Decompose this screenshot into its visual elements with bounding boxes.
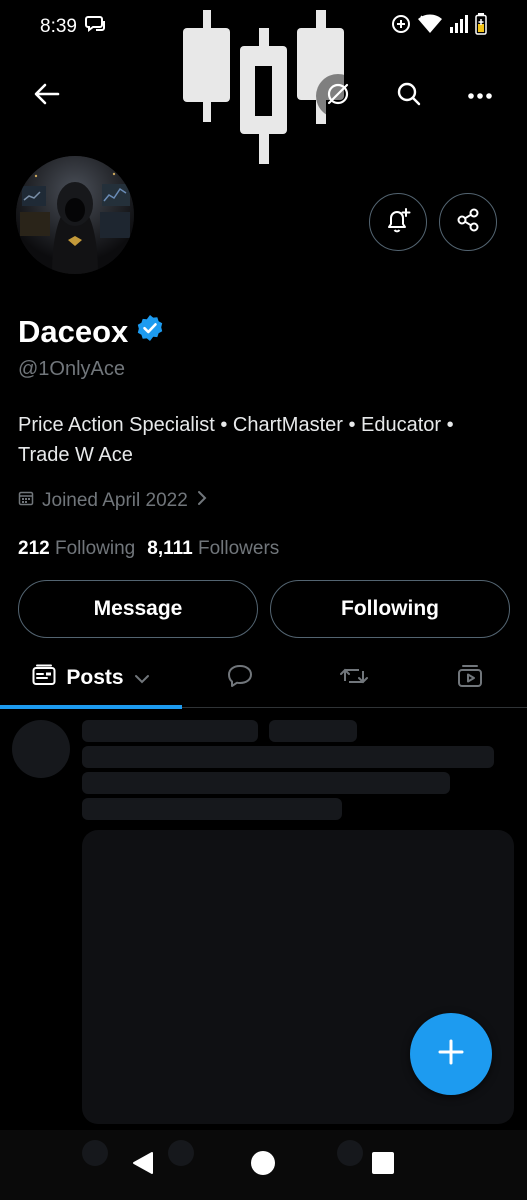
joined-date: Joined April 2022 [42, 490, 188, 511]
more-options-button[interactable] [458, 74, 502, 118]
skeleton-line [82, 720, 258, 742]
chat-notification-icon [84, 15, 107, 39]
nav-back-button[interactable] [128, 1150, 158, 1180]
repost-icon [340, 664, 368, 693]
following-stat-label: Following [54, 538, 136, 559]
calendar-icon [18, 490, 34, 512]
tab-media[interactable] [442, 648, 498, 708]
circle-home-icon [250, 1150, 276, 1181]
tab-replies[interactable] [212, 648, 268, 708]
nav-home-button[interactable] [248, 1150, 278, 1180]
profile-handle: @1OnlyAce [18, 358, 126, 380]
plus-icon [436, 1037, 466, 1072]
chevron-right-icon [196, 490, 208, 512]
tab-posts[interactable]: Posts [0, 648, 182, 708]
skeleton-line [82, 746, 494, 768]
chevron-down-icon [134, 666, 150, 690]
following-stat[interactable]: 212 Following [18, 538, 135, 560]
following-button[interactable]: Following [270, 580, 510, 638]
bell-plus-icon [384, 206, 412, 239]
profile-tabs: Posts [0, 648, 527, 709]
follow-stats: 212 Following 8,111 Followers [18, 538, 279, 560]
followers-stat[interactable]: 8,111 Followers [147, 538, 279, 560]
profile-name-row: Daceox [18, 314, 164, 350]
posts-icon [32, 664, 56, 692]
skeleton-circle [168, 1140, 194, 1166]
battery-icon [475, 13, 487, 41]
wifi-icon [417, 14, 443, 40]
reply-bubble-icon [227, 664, 253, 693]
system-nav-bar [0, 1130, 527, 1200]
media-icon [457, 664, 483, 693]
followers-count: 8,111 [147, 538, 193, 559]
joined-date-row[interactable]: Joined April 2022 [18, 490, 208, 512]
message-button[interactable]: Message [18, 580, 258, 638]
bio-line: Trade W Ace [18, 444, 133, 466]
profile-bio: Price Action Specialist • ChartMaster • … [18, 410, 508, 470]
tab-reposts[interactable] [326, 648, 382, 708]
triangle-back-icon [130, 1150, 156, 1181]
profile-avatar[interactable] [12, 152, 138, 278]
status-bar: 8:39 [0, 0, 527, 54]
skeleton-line [82, 798, 342, 820]
active-tab-indicator [0, 705, 182, 709]
tab-posts-label: Posts [66, 666, 124, 689]
verified-badge-icon[interactable] [136, 314, 164, 350]
grok-icon [325, 81, 351, 112]
nav-recents-button[interactable] [368, 1150, 398, 1180]
skeleton-avatar [12, 720, 70, 778]
data-saver-icon [391, 14, 411, 40]
grok-button[interactable] [316, 74, 360, 118]
square-recents-icon [371, 1151, 395, 1180]
avatar-image [16, 156, 134, 274]
profile-name: Daceox [18, 314, 129, 349]
skeleton-circle [337, 1140, 363, 1166]
followers-stat-label: Followers [197, 538, 280, 559]
status-time: 8:39 [40, 16, 77, 37]
bio-line: Price Action Specialist • ChartMaster • … [18, 414, 454, 436]
skeleton-line [82, 772, 450, 794]
skeleton-line [269, 720, 357, 742]
share-profile-button[interactable] [439, 193, 497, 251]
search-button[interactable] [387, 74, 431, 118]
share-icon [455, 207, 481, 238]
signal-icon [449, 14, 469, 40]
more-dots-icon [467, 87, 493, 105]
compose-button[interactable] [410, 1013, 492, 1095]
notify-button[interactable] [369, 193, 427, 251]
arrow-left-icon [34, 83, 60, 110]
search-icon [396, 81, 422, 112]
back-button[interactable] [25, 74, 69, 118]
skeleton-circle [82, 1140, 108, 1166]
following-count: 212 [18, 538, 50, 559]
